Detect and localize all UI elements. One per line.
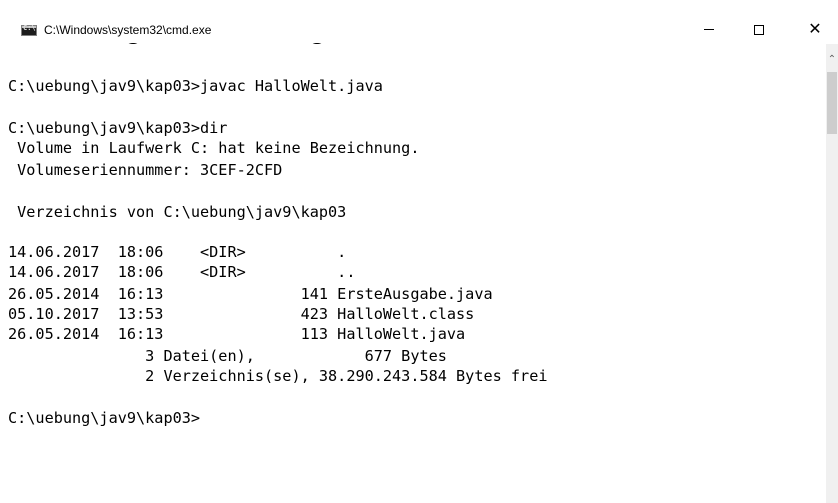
console-line: 2 Verzeichnis(se), 38.290.243.584 Bytes …	[8, 367, 548, 385]
console-line: 14.06.2017 18:06 <DIR> ..	[8, 263, 356, 281]
console-line: 3 Datei(en), 677 Bytes	[8, 347, 447, 365]
cmd-icon: C:\	[21, 24, 37, 36]
console-line: C:\uebung\jav9\kap03>	[8, 409, 201, 427]
minimize-button[interactable]	[686, 14, 732, 44]
console-line: 05.10.2017 13:53 423 HalloWelt.class	[8, 305, 475, 323]
scroll-thumb[interactable]	[827, 72, 837, 134]
console-line: Verzeichnis von C:\uebung\jav9\kap03	[8, 203, 347, 221]
close-button[interactable]: ✕	[792, 14, 838, 44]
console-line: C:\uebung\jav9\kap03>javac HalloWelt.jav…	[8, 77, 383, 95]
cmd-icon-text: C:\	[23, 24, 36, 32]
console-output[interactable]: C:\uebung\jav9\kap03>javac HalloWelt.jav…	[8, 44, 826, 503]
scroll-up-icon[interactable]: ⌃	[826, 54, 838, 66]
maximize-button[interactable]	[736, 14, 782, 44]
window-title: C:\Windows\system32\cmd.exe	[44, 23, 212, 37]
maximize-icon	[754, 24, 764, 35]
console-line: 26.05.2014 16:13 141 ErsteAusgabe.java	[8, 285, 493, 303]
console-line: Volume in Laufwerk C: hat keine Bezeichn…	[8, 139, 420, 157]
console-line: 26.05.2014 16:13 113 HalloWelt.java	[8, 325, 466, 343]
title-bar[interactable]: C:\ C:\Windows\system32\cmd.exe ✕	[0, 0, 838, 44]
console-line: 14.06.2017 18:06 <DIR> .	[8, 243, 347, 261]
vertical-scrollbar[interactable]: ⌃	[826, 44, 838, 503]
minimize-icon	[704, 29, 714, 30]
console-line: Volumeseriennummer: 3CEF-2CFD	[8, 161, 283, 179]
cmd-window: C:\ C:\Windows\system32\cmd.exe ✕ 1 2 3 …	[0, 0, 838, 503]
console-line: C:\uebung\jav9\kap03>dir	[8, 119, 228, 137]
close-icon: ✕	[808, 19, 822, 38]
